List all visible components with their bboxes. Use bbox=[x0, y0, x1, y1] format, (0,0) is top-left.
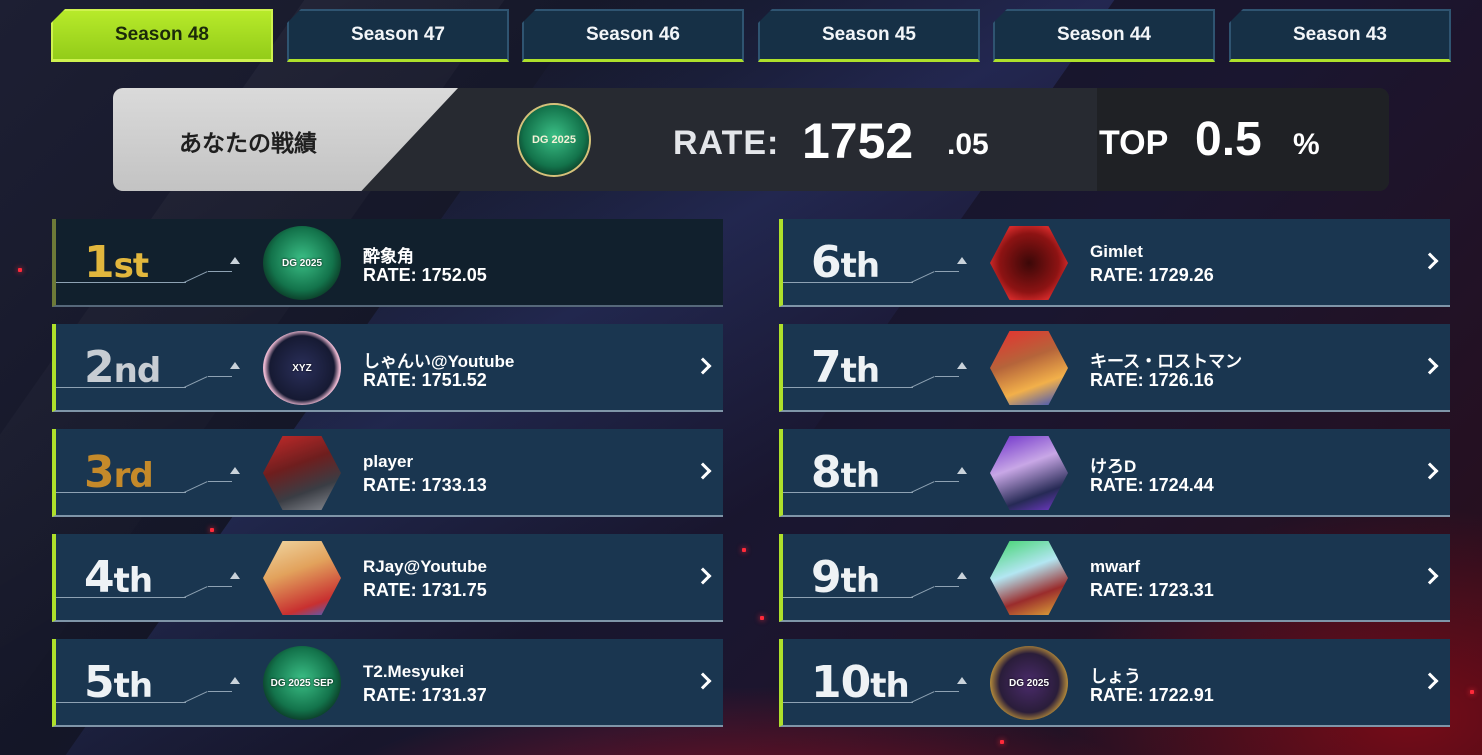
record-rate-value: 1752 bbox=[802, 113, 914, 169]
ranking-row[interactable]: 7th キース・ロストマン RATE: 1726.16 bbox=[779, 324, 1450, 412]
player-name: T2.Mesyukei bbox=[363, 662, 465, 681]
player-name: しょう bbox=[1090, 667, 1141, 686]
season-tabs: Season 48 Season 47 Season 46 Season 45 … bbox=[51, 9, 1451, 62]
player-name: Gimlet bbox=[1090, 242, 1143, 261]
rank-up-arrow-icon bbox=[230, 572, 240, 579]
dg-emblem-icon: DG 2025 bbox=[263, 226, 341, 300]
player-name: 酔象角 bbox=[363, 247, 414, 266]
player-avatar-icon bbox=[263, 436, 341, 510]
player-name: けろD bbox=[1090, 457, 1137, 476]
tab-season-45[interactable]: Season 45 bbox=[758, 9, 980, 62]
player-rate: RATE: 1726.16 bbox=[1090, 370, 1214, 390]
ranking-row[interactable]: 8th けろD RATE: 1724.44 bbox=[779, 429, 1450, 517]
witch-emblem-icon: DG 2025 bbox=[990, 646, 1068, 720]
rank-divider-line bbox=[783, 368, 968, 388]
player-rate: RATE: 1724.44 bbox=[1090, 475, 1214, 495]
tab-season-48[interactable]: Season 48 bbox=[51, 9, 273, 62]
record-rate-label: RATE: bbox=[673, 124, 780, 162]
character-avatar-icon bbox=[263, 541, 341, 615]
xyz-emblem-icon: XYZ bbox=[263, 331, 341, 405]
player-rate: RATE: 1729.26 bbox=[1090, 265, 1214, 285]
player-name: player bbox=[363, 452, 414, 471]
dg-emblem-icon: DG 2025 SEP bbox=[263, 646, 341, 720]
rank-up-arrow-icon bbox=[230, 467, 240, 474]
background-spark bbox=[210, 528, 214, 532]
chevron-right-icon[interactable] bbox=[1421, 672, 1439, 690]
ranking-row[interactable]: 5th DG 2025 SEP T2.Mesyukei RATE: 1731.37 bbox=[52, 639, 723, 727]
background-spark bbox=[742, 548, 746, 552]
ranking-row: 1st DG 2025 酔象角 RATE: 1752.05 bbox=[52, 219, 723, 307]
chevron-right-icon[interactable] bbox=[694, 357, 712, 375]
player-rate: RATE: 1751.52 bbox=[363, 370, 487, 390]
ranking-row[interactable]: 9th mwarf RATE: 1723.31 bbox=[779, 534, 1450, 622]
emblem-text: DG 2025 bbox=[1008, 677, 1050, 689]
record-label: あなたの戦績 bbox=[179, 130, 317, 156]
dg-emblem-icon: DG 2025 bbox=[517, 103, 591, 177]
rank-up-arrow-icon bbox=[230, 362, 240, 369]
emblem-text: DG 2025 bbox=[281, 257, 323, 269]
rank-divider-line bbox=[56, 368, 241, 388]
chevron-right-icon[interactable] bbox=[1421, 462, 1439, 480]
rank-divider-line bbox=[783, 683, 968, 703]
player-rate: RATE: 1722.91 bbox=[1090, 685, 1214, 705]
tab-season-43[interactable]: Season 43 bbox=[1229, 9, 1451, 62]
rank-up-arrow-icon bbox=[957, 362, 967, 369]
jellyfish-avatar-icon bbox=[990, 541, 1068, 615]
red-crest-icon bbox=[990, 226, 1068, 300]
rank-divider-line bbox=[783, 578, 968, 598]
record-top-value: 0.5 bbox=[1195, 113, 1262, 166]
rank-up-arrow-icon bbox=[957, 572, 967, 579]
player-name: mwarf bbox=[1090, 557, 1141, 576]
ranking-row[interactable]: 4th RJay@Youtube RATE: 1731.75 bbox=[52, 534, 723, 622]
ranking-row[interactable]: 2nd XYZ しゃんい@Youtube RATE: 1751.52 bbox=[52, 324, 723, 412]
ranking-row[interactable]: 6th Gimlet RATE: 1729.26 bbox=[779, 219, 1450, 307]
rank-divider-line bbox=[56, 578, 241, 598]
chevron-right-icon[interactable] bbox=[1421, 357, 1439, 375]
chevron-right-icon[interactable] bbox=[1421, 567, 1439, 585]
emblem-text: DG 2025 bbox=[531, 134, 577, 146]
emblem-text: XYZ bbox=[292, 362, 312, 374]
rank-divider-line bbox=[56, 263, 241, 283]
tab-season-44[interactable]: Season 44 bbox=[993, 9, 1215, 62]
rank-up-arrow-icon bbox=[230, 677, 240, 684]
record-rate-decimal: .05 bbox=[947, 128, 989, 161]
record-top-label: TOP bbox=[1099, 124, 1169, 162]
robot-avatar-icon bbox=[990, 331, 1068, 405]
mage-avatar-icon bbox=[990, 436, 1068, 510]
ranking-row[interactable]: 10th DG 2025 しょう RATE: 1722.91 bbox=[779, 639, 1450, 727]
tab-season-46[interactable]: Season 46 bbox=[522, 9, 744, 62]
chevron-right-icon[interactable] bbox=[694, 672, 712, 690]
player-name: キース・ロストマン bbox=[1090, 352, 1243, 371]
rank-up-arrow-icon bbox=[957, 677, 967, 684]
rank-up-arrow-icon bbox=[957, 467, 967, 474]
rank-up-arrow-icon bbox=[957, 257, 967, 264]
player-rate: RATE: 1723.31 bbox=[1090, 580, 1214, 600]
chevron-right-icon[interactable] bbox=[694, 462, 712, 480]
record-top-percent: % bbox=[1293, 128, 1320, 161]
player-rate: RATE: 1731.37 bbox=[363, 685, 487, 705]
rank-divider-line bbox=[783, 263, 968, 283]
emblem-text: DG 2025 SEP bbox=[270, 677, 334, 689]
player-name: しゃんい@Youtube bbox=[363, 352, 515, 371]
player-rate: RATE: 1733.13 bbox=[363, 475, 487, 495]
player-rate: RATE: 1731.75 bbox=[363, 580, 487, 600]
background-spark bbox=[760, 616, 764, 620]
my-record-panel: あなたの戦績 DG 2025 RATE: 1752 .05 TOP 0.5 % bbox=[113, 88, 1389, 191]
rank-divider-line bbox=[56, 683, 241, 703]
ranking-row[interactable]: 3rd player RATE: 1733.13 bbox=[52, 429, 723, 517]
chevron-right-icon[interactable] bbox=[1421, 252, 1439, 270]
background-spark bbox=[1000, 740, 1004, 744]
tab-season-47[interactable]: Season 47 bbox=[287, 9, 509, 62]
rank-up-arrow-icon bbox=[230, 257, 240, 264]
background-spark bbox=[1470, 690, 1474, 694]
rank-divider-line bbox=[56, 473, 241, 493]
background-spark bbox=[18, 268, 22, 272]
chevron-right-icon[interactable] bbox=[694, 567, 712, 585]
player-rate: RATE: 1752.05 bbox=[363, 265, 487, 285]
player-name: RJay@Youtube bbox=[363, 557, 487, 576]
rank-divider-line bbox=[783, 473, 968, 493]
